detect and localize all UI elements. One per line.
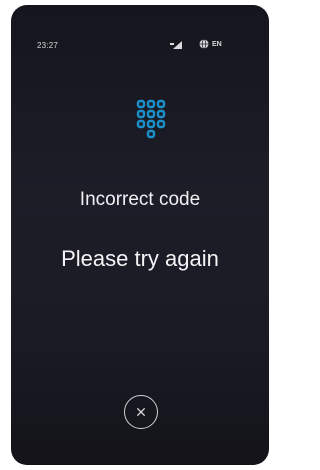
- device-screen: 23:27 EN Incorrect code Please try again: [11, 5, 269, 465]
- keypad-icon: [136, 99, 166, 139]
- signal-icon: [170, 41, 182, 49]
- subtitle-message: Please try again: [61, 246, 219, 271]
- status-bar: [11, 5, 269, 35]
- close-button[interactable]: [124, 395, 158, 429]
- globe-icon: [199, 39, 209, 49]
- status-time: 23:27: [37, 41, 59, 50]
- language-indicator[interactable]: EN: [212, 41, 222, 48]
- page-title: Incorrect code: [79, 189, 201, 210]
- close-icon: [137, 408, 145, 416]
